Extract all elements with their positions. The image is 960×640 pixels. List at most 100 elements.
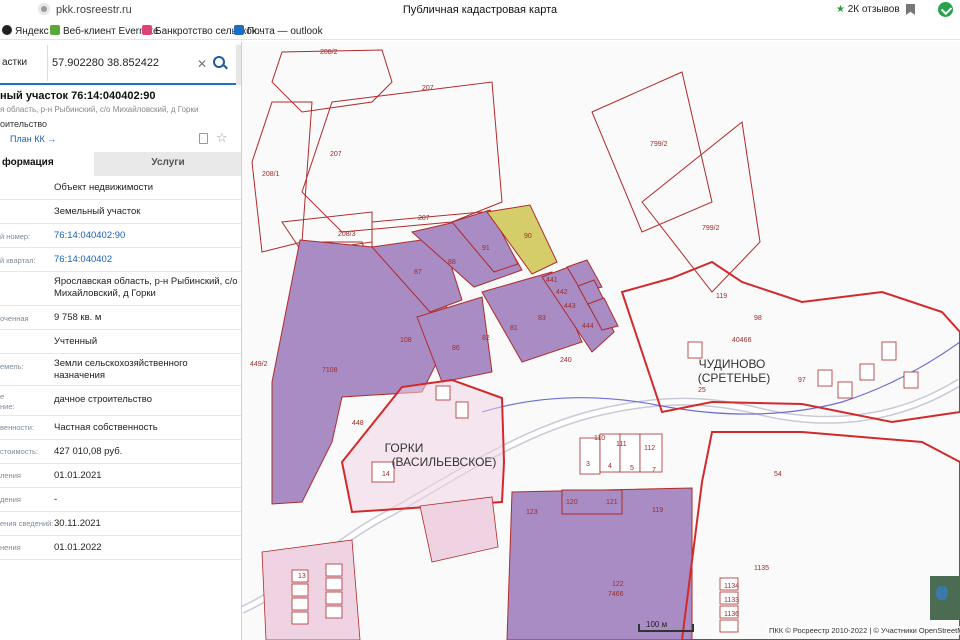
parcel-label: 88 xyxy=(448,259,456,266)
parcel-label: 448 xyxy=(352,420,364,427)
parcel-label: 443 xyxy=(564,303,576,310)
info-row: Объект недвижимости xyxy=(0,176,241,200)
bookmarks-bar: Яндекс Веб-клиент Evernote Банкротство с… xyxy=(0,22,960,40)
info-panel: астки ✕ ный участок 76:14:040402:90 я об… xyxy=(0,42,242,640)
parcel-label: 3 xyxy=(586,461,590,468)
favorite-star-icon[interactable]: ☆ xyxy=(216,130,228,146)
satellite-layer-thumbnail[interactable] xyxy=(930,576,960,620)
parcel-label: 1134 xyxy=(724,583,739,590)
browser-top-bar: pkk.rosreestr.ru Публичная кадастровая к… xyxy=(0,0,960,20)
parcel-label: 54 xyxy=(774,471,782,478)
reviews-badge[interactable]: ★ 2К отзывов xyxy=(836,4,900,15)
parcel-label: 1136 xyxy=(724,611,739,618)
parcel-label: 442 xyxy=(556,289,568,296)
parcel-label: 7 xyxy=(652,467,656,474)
parcel-label: 1133 xyxy=(724,597,739,604)
search-input[interactable] xyxy=(52,51,192,75)
parcel-label: 86 xyxy=(452,345,460,352)
parcel-label: 108 xyxy=(400,337,412,344)
info-row: Ярославская область, р-н Рыбинский, с/о … xyxy=(0,272,241,306)
parcel-label: 240 xyxy=(560,357,572,364)
evernote-icon xyxy=(50,25,60,35)
parcel-label: 207 xyxy=(330,151,342,158)
reviews-count: 2К отзывов xyxy=(847,4,900,15)
parcel-label: 799/2 xyxy=(702,225,720,232)
bookmark-yandex[interactable]: Яндекс xyxy=(2,25,49,37)
parcel-label: 87 xyxy=(414,269,422,276)
parcel-label: 5 xyxy=(630,465,634,472)
parcel-label: 14 xyxy=(382,471,390,478)
parcel-label: 13 xyxy=(298,573,306,580)
star-icon: ★ xyxy=(836,4,845,15)
clear-icon[interactable]: ✕ xyxy=(197,57,207,71)
village-name-gorki: ГОРКИ xyxy=(385,441,424,455)
village-name-gorki-alt: (ВАСИЛЬЕВСКОЕ) xyxy=(392,455,497,469)
village-name-chudinovo: ЧУДИНОВО xyxy=(699,357,766,371)
parcel-label: 1135 xyxy=(754,565,769,572)
parcel-label: 444 xyxy=(582,323,594,330)
parcel-label: 90 xyxy=(524,233,532,240)
parcel-label: 111 xyxy=(616,441,627,448)
cadastral-map[interactable]: 208/2 207 208/1 207 208/3 207 799/2 799/… xyxy=(242,42,960,640)
info-row: ения сведений: 30.11.2021 xyxy=(0,512,241,536)
search-type-select[interactable]: астки xyxy=(0,45,48,81)
parcel-label: 4 xyxy=(608,463,612,470)
parcel-label: 449/2 xyxy=(250,361,268,368)
cadastral-number-link[interactable]: 76:14:040402:90 xyxy=(54,230,238,242)
parcel-label: 207 xyxy=(418,215,430,222)
parcel-label: 799/2 xyxy=(650,141,668,148)
parcel-label: 208/1 xyxy=(262,171,280,178)
parcel-label: 40466 xyxy=(732,337,752,344)
parcel-label: 81 xyxy=(510,325,518,332)
parcel-label: 208/2 xyxy=(320,49,338,56)
parcel-label: 441 xyxy=(546,277,558,284)
parcel-label: 82 xyxy=(482,335,490,342)
info-row: е ние: дачное строительство xyxy=(0,386,241,416)
cadastral-quarter-link[interactable]: 76:14:040402 xyxy=(54,254,238,266)
parcel-label: 208/3 xyxy=(338,231,356,238)
parcel-label: 120 xyxy=(566,499,578,506)
parcel-label: 97 xyxy=(798,377,806,384)
parcel-label: 98 xyxy=(754,315,762,322)
info-row: венности: Частная собственность xyxy=(0,416,241,440)
parcel-label: 112 xyxy=(644,445,655,452)
info-row: й номер: 76:14:040402:90 xyxy=(0,224,241,248)
extension-check-icon[interactable] xyxy=(938,2,953,17)
parcel-label: 110 xyxy=(594,435,605,442)
parcel-label: 123 xyxy=(526,509,538,516)
plus-circle-icon xyxy=(2,25,12,35)
info-row: оченная 9 758 кв. м xyxy=(0,306,241,330)
info-row: дения - xyxy=(0,488,241,512)
page-title: Публичная кадастровая карта xyxy=(402,4,558,16)
parcel-label: 121 xyxy=(606,499,618,506)
panel-tabs: формация Услуги xyxy=(0,152,241,176)
tab-information[interactable]: формация xyxy=(0,152,94,176)
object-use: оительство xyxy=(0,119,48,129)
parcel-label: 91 xyxy=(482,245,490,252)
parcel-label: 207 xyxy=(422,85,434,92)
info-row: емель: Земли сельскохозяйственного назнач… xyxy=(0,354,241,386)
village-name-chudinovo-alt: (СРЕТЕНЬЕ) xyxy=(698,371,771,385)
info-row: нения 01.01.2022 xyxy=(0,536,241,560)
parcel-label: 83 xyxy=(538,315,546,322)
document-icon[interactable] xyxy=(199,133,208,144)
parcel-label: 122 xyxy=(612,581,624,588)
map-attribution[interactable]: ПКК © Росреестр 2010-2022 | © Участники … xyxy=(767,626,960,635)
bookmark-outlook[interactable]: Почта — outlook xyxy=(234,25,323,37)
search-icon[interactable] xyxy=(208,51,232,75)
object-title: ный участок 76:14:040402:90 xyxy=(0,90,156,102)
search-underline xyxy=(0,83,236,85)
parcel-label: 25 xyxy=(698,387,706,394)
info-row: й квартал: 76:14:040402 xyxy=(0,248,241,272)
object-address: я область, р-н Рыбинский, с/о Михайловск… xyxy=(0,105,199,114)
parcel-label: 7466 xyxy=(608,591,624,598)
info-row: Земельный участок xyxy=(0,200,241,224)
info-row: ления 01.01.2021 xyxy=(0,464,241,488)
parcel-label: 119 xyxy=(716,293,727,300)
heart-icon xyxy=(142,25,152,35)
map-canvas[interactable]: 208/2 207 208/1 207 208/3 207 799/2 799/… xyxy=(242,42,960,640)
parcel-label: 119 xyxy=(652,507,663,514)
plan-kk-link[interactable]: План КК → xyxy=(10,134,56,144)
info-row: Учтенный xyxy=(0,330,241,354)
tab-services[interactable]: Услуги xyxy=(94,152,241,176)
